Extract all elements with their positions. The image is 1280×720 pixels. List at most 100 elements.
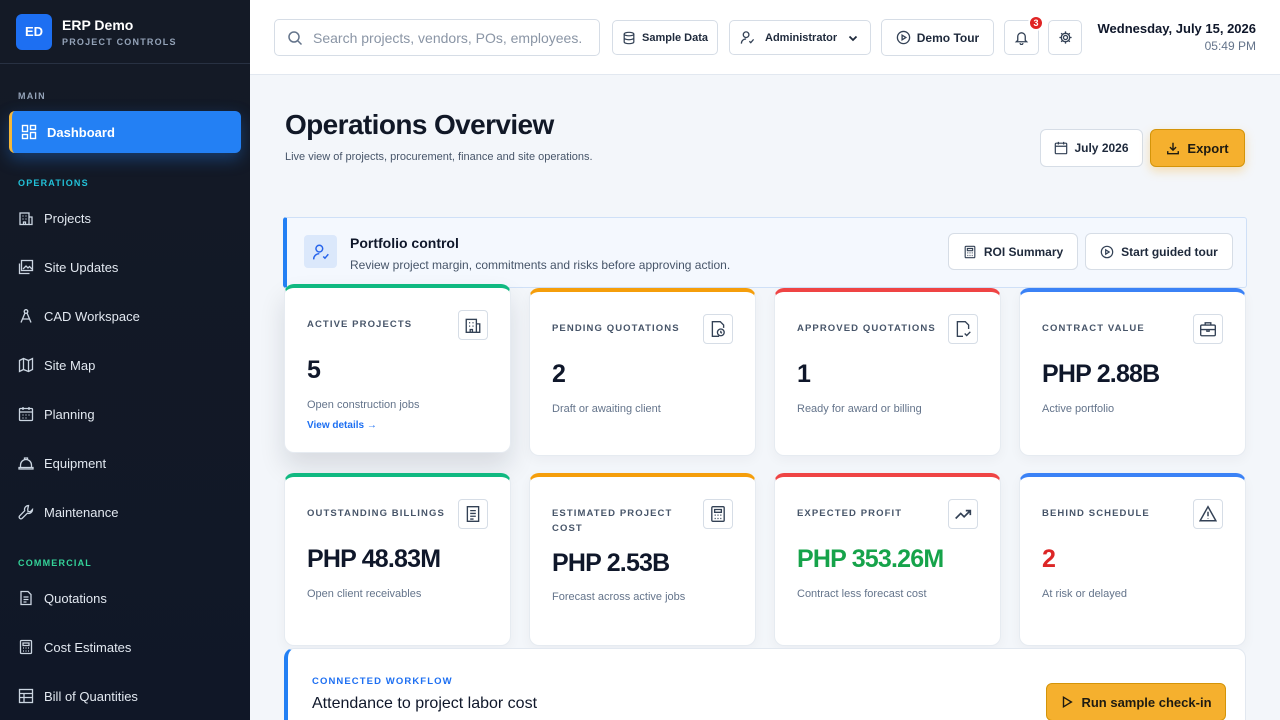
warning-icon [1193,499,1223,529]
map-icon [18,357,34,373]
sidebar-item-label: Bill of Quantities [44,688,138,704]
sidebar-item-site-map[interactable]: Site Map [9,344,241,386]
sidebar-item-label: Site Map [44,357,96,373]
sidebar-item-label: Maintenance [44,504,119,520]
building-icon [458,310,488,340]
page-title: Operations Overview [285,109,554,140]
sidebar-item-quotations[interactable]: Quotations [9,577,241,619]
roi-summary-button[interactable]: ROI Summary [948,233,1078,270]
nav-section-operations: OPERATIONS [18,178,89,188]
kpi-value: 2 [1042,545,1056,573]
receipt-icon [458,499,488,529]
brand-title: ERP Demo [62,16,134,33]
sidebar-item-label: CAD Workspace [44,308,140,324]
kpi-card-expected-profit[interactable]: EXPECTED PROFIT PHP 353.26M Contract les… [774,473,1001,646]
export-label: Export [1187,140,1229,156]
search-input[interactable] [313,29,583,46]
sidebar-item-cad-workspace[interactable]: CAD Workspace [9,295,241,337]
sidebar-item-label: Cost Estimates [44,639,132,655]
kpi-card-outstanding-billings[interactable]: OUTSTANDING BILLINGS PHP 48.83M Open cli… [284,473,511,646]
search-icon [288,30,303,45]
month-label: July 2026 [1074,141,1129,155]
bell-icon [1014,32,1029,45]
portfolio-subtitle: Review project margin, commitments and r… [350,258,731,272]
calculator-icon [19,639,33,655]
file-check-icon [948,314,978,344]
kpi-card-pending-quotations[interactable]: PENDING QUOTATIONS 2 Draft or awaiting c… [529,288,756,456]
document-icon [20,590,32,606]
kpi-value: PHP 2.88B [1042,360,1160,388]
kpi-value: PHP 353.26M [797,545,944,573]
sidebar-item-bill-of-quantities[interactable]: Bill of Quantities [9,675,241,717]
start-guided-tour-label: Start guided tour [1121,244,1218,259]
calculator-icon [703,499,733,529]
date-time-display: Wednesday, July 15, 2026 05:49 PM [1098,21,1257,53]
kpi-card-approved-quotations[interactable]: APPROVED QUOTATIONS 1 Ready for award or… [774,288,1001,456]
kpi-card-contract-value[interactable]: CONTRACT VALUE PHP 2.88B Active portfoli… [1019,288,1246,456]
sidebar-item-label: Dashboard [47,124,115,140]
connected-workflow-panel: CONNECTED WORKFLOW Attendance to project… [284,648,1246,720]
sidebar-item-label: Site Updates [44,259,119,275]
calendar-icon [18,407,34,422]
kpi-label: CONTRACT VALUE [1042,323,1145,334]
portfolio-title: Portfolio control [350,235,459,251]
kpi-label: ESTIMATED PROJECT COST [552,508,673,534]
kpi-description: Forecast across active jobs [552,591,686,603]
sidebar-item-equipment[interactable]: Equipment [9,442,241,484]
role-label: Administrator [765,31,838,44]
kpi-description: Active portfolio [1042,403,1115,415]
sidebar: ED ERP Demo PROJECT CONTROLS MAIN Dashbo… [0,0,250,720]
run-sample-check-in-label: Run sample check-in [1081,694,1212,710]
export-button[interactable]: Export [1150,129,1245,167]
workflow-title: Attendance to project labor cost [312,695,538,712]
building-icon [19,212,33,226]
view-details-link[interactable]: View details → [307,420,377,431]
sidebar-item-maintenance[interactable]: Maintenance [9,491,241,533]
run-sample-check-in-button[interactable]: Run sample check-in [1046,683,1226,720]
kpi-card-estimated-project-cost[interactable]: ESTIMATED PROJECT COST PHP 2.53B Forecas… [529,473,756,646]
hard-hat-icon [18,457,34,470]
nav-section-main: MAIN [18,91,46,101]
nav-section-commercial: COMMERCIAL [18,558,92,568]
brand-logo: ED [16,13,52,50]
kpi-label: OUTSTANDING BILLINGS [307,508,445,519]
kpi-description: Open client receivables [307,588,422,600]
compass-icon [20,309,32,323]
kpi-card-active-projects[interactable]: ACTIVE PROJECTS 5 Open construction jobs… [284,284,511,453]
calendar-icon [1055,141,1068,155]
portfolio-control-banner: Portfolio control Review project margin,… [283,217,1247,288]
notifications-button[interactable]: 3 [1004,15,1044,55]
database-icon [623,31,635,44]
kpi-label: BEHIND SCHEDULE [1042,508,1150,519]
roi-summary-label: ROI Summary [983,244,1064,259]
user-icon [740,31,755,44]
kpi-description: Contract less forecast cost [797,588,927,600]
sidebar-item-projects[interactable]: Projects [9,197,241,239]
dashboard-icon [21,124,37,140]
month-picker-button[interactable]: July 2026 [1040,129,1143,167]
user-check-icon [304,235,337,268]
sidebar-item-cost-estimates[interactable]: Cost Estimates [9,626,241,668]
settings-button[interactable] [1048,20,1082,55]
kpi-label: APPROVED QUOTATIONS [797,323,936,334]
sidebar-item-dashboard[interactable]: Dashboard [9,111,241,153]
file-clock-icon [703,314,733,344]
trending-up-icon [948,499,978,529]
demo-tour-button[interactable]: Demo Tour [881,19,994,56]
kpi-value: 1 [797,360,811,388]
play-icon [1063,695,1074,709]
kpi-description: Open construction jobs [307,399,420,411]
workflow-label: CONNECTED WORKFLOW [312,676,453,687]
sidebar-item-label: Quotations [44,590,107,606]
sidebar-item-planning[interactable]: Planning [9,393,241,435]
kpi-label: ACTIVE PROJECTS [307,319,413,330]
current-date: Wednesday, July 15, 2026 [1097,21,1257,36]
kpi-card-behind-schedule[interactable]: BEHIND SCHEDULE 2 At risk or delayed [1019,473,1246,646]
sample-data-button[interactable]: Sample Data [612,20,718,55]
search-box[interactable] [274,19,600,56]
role-select[interactable]: Administrator [729,20,871,55]
top-header: Sample Data Administrator Demo Tour 3 We… [250,0,1280,75]
table-icon [18,688,34,704]
sidebar-item-site-updates[interactable]: Site Updates [9,246,241,288]
start-guided-tour-button[interactable]: Start guided tour [1085,233,1233,270]
